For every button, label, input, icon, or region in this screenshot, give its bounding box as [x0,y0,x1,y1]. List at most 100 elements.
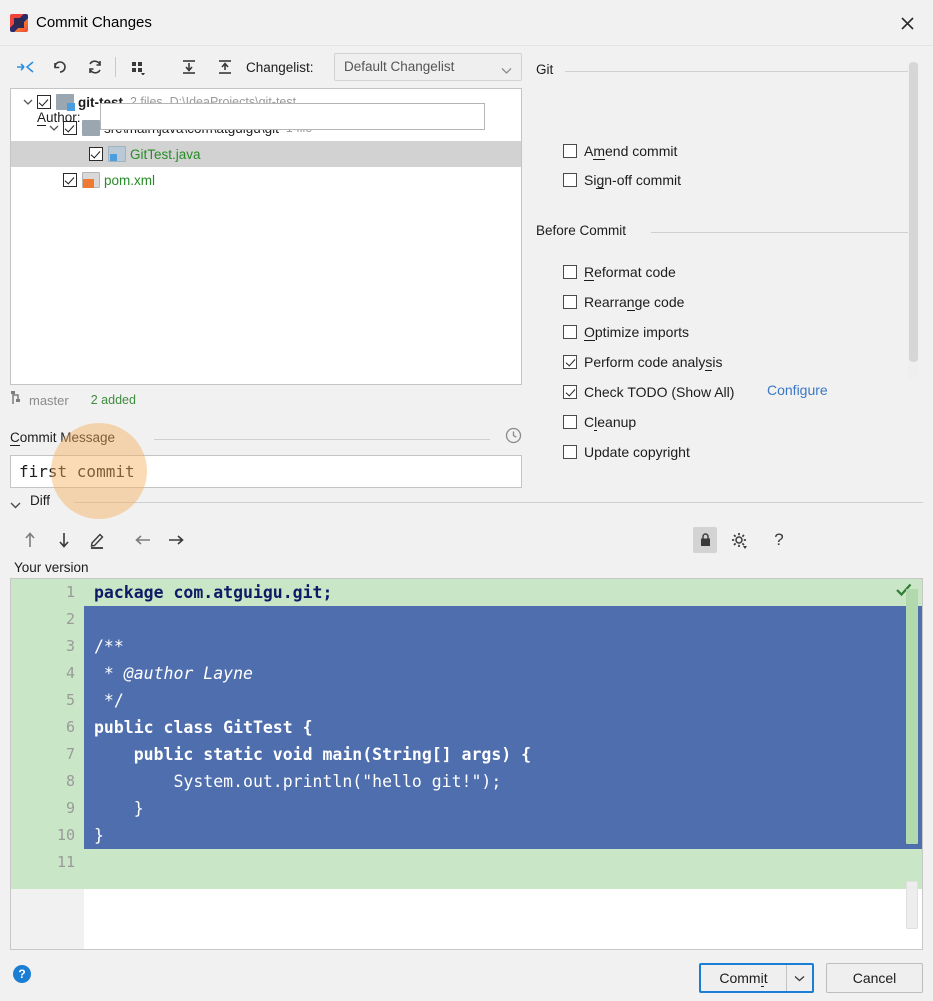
chevron-down-icon[interactable] [10,497,21,512]
commit-message-input[interactable]: first commit [10,455,522,488]
collapse-selection-icon[interactable] [12,56,38,78]
accept-right-icon[interactable] [164,527,188,553]
author-field[interactable] [100,103,485,130]
tree-checkbox[interactable] [89,147,103,161]
tree-row[interactable]: pom.xml [11,167,521,193]
cleanup-checkbox[interactable]: Cleanup [563,411,636,433]
cleanup-label: Cleanup [584,414,637,431]
checkbox-box[interactable] [563,173,577,187]
changelist-label: Changelist: [246,60,314,75]
cancel-button[interactable]: Cancel [826,963,923,993]
editor-scrollbar-thumb[interactable] [906,589,918,844]
branch-status-bar: master 2 added [10,388,522,412]
code-line: package com.atguigu.git; [94,583,333,602]
read-only-lock-icon[interactable] [693,527,717,553]
perform-code-analysis-label: Perform code analysis [584,354,723,371]
code-line: System.out.println("hello git!"); [94,772,502,791]
checkbox-box[interactable] [563,415,577,429]
code-line: } [94,799,144,818]
signoff-commit-label: Sign-off commit [584,172,682,189]
help-icon[interactable]: ? [13,965,31,983]
perform-code-analysis-checkbox[interactable]: Perform code analysis [563,351,723,373]
diff-pane-label: Your version [14,560,89,575]
git-branch-icon [10,391,23,409]
history-clock-icon[interactable] [505,427,522,447]
line-number: 4 [65,664,75,682]
checkbox-box[interactable] [563,295,577,309]
tree-checkbox[interactable] [63,173,77,187]
rearrange-code-checkbox[interactable]: Rearrange code [563,291,684,313]
reformat-code-checkbox[interactable]: Reformat code [563,261,676,283]
rollback-icon[interactable] [48,56,74,78]
changelist-value: Default Changelist [344,59,455,74]
editor-gutter: 1 2 3 4 5 6 7 8 9 10 11 [11,579,84,889]
checkbox-box[interactable] [563,144,577,158]
added-files-count: 2 added [90,393,136,407]
refresh-icon[interactable] [82,56,108,78]
amend-commit-label: Amend commit [584,143,678,160]
project-folder-icon [56,94,75,111]
divider [565,71,915,72]
editor-code-area[interactable]: package com.atguigu.git; /** * @author L… [84,579,922,889]
configure-link[interactable]: Configure [767,382,828,398]
chevron-down-icon[interactable] [19,98,37,106]
commit-button[interactable]: Comm i t [701,965,786,991]
check-todo-checkbox[interactable]: Check TODO (Show All) [563,381,734,403]
xml-file-icon [82,172,100,188]
changelist-dropdown[interactable]: Default Changelist [334,53,522,81]
checkbox-box[interactable] [563,355,577,369]
rearrange-code-label: Rearrange code [584,294,685,311]
intellij-idea-icon [10,14,28,32]
question-mark-icon[interactable]: ? [768,527,790,553]
collapse-all-icon[interactable] [212,56,238,78]
update-copyright-label: Update copyright [584,444,690,460]
group-by-icon[interactable] [126,56,152,78]
commit-message-header: Commit Message [10,427,522,448]
chevron-down-icon[interactable] [45,124,63,132]
expand-all-icon[interactable] [176,56,202,78]
code-line: public class GitTest { [94,718,313,737]
close-icon[interactable] [889,8,925,38]
selection-highlight-tail [84,822,124,849]
checkbox-box[interactable] [563,445,577,459]
line-number: 5 [65,691,75,709]
changelist-label-text: Changelist: [246,60,314,75]
branch-name: master [29,392,69,408]
reformat-code-label: Reformat code [584,264,676,281]
line-number: 11 [56,853,75,871]
changed-files-tree[interactable]: git-test 2 files D:\IdeaProjects\git-tes… [10,88,522,385]
line-number: 9 [65,799,75,817]
annotate-icon[interactable] [85,527,109,553]
checkbox-box[interactable] [563,325,577,339]
accept-left-icon[interactable] [131,527,155,553]
checkbox-box[interactable] [563,265,577,279]
editor-scrollbar[interactable] [905,581,919,929]
amend-commit-checkbox[interactable]: Amend commit [563,140,677,162]
check-todo-label: Check TODO (Show All) [584,384,735,400]
commit-button-group[interactable]: Comm i t [699,963,814,993]
next-difference-icon[interactable] [52,527,76,553]
line-number: 1 [65,583,75,601]
java-file-icon [108,146,126,162]
divider [154,439,490,440]
checkbox-box[interactable] [563,385,577,399]
options-scrollbar[interactable] [908,62,919,380]
line-number: 6 [65,718,75,736]
signoff-commit-checkbox[interactable]: Sign-off commit [563,169,681,191]
git-section-title: Git [536,62,554,77]
chevron-down-icon[interactable] [786,965,812,991]
update-copyright-checkbox[interactable]: Update copyright [563,441,690,463]
previous-difference-icon[interactable] [18,527,42,553]
optimize-imports-checkbox[interactable]: Optimize imports [563,321,689,343]
commit-changes-dialog: Commit Changes Changelist: Default Chang… [0,0,933,1001]
code-line: /** [94,637,124,656]
options-scrollbar-thumb[interactable] [909,62,918,362]
tree-checkbox[interactable] [37,95,51,109]
folder-icon [82,120,100,136]
editor-scrollbar-track[interactable] [906,881,918,929]
diff-editor-pane[interactable]: 1 2 3 4 5 6 7 8 9 10 11 package com.atgu… [10,578,923,950]
tree-row[interactable]: GitTest.java [11,141,521,167]
diff-section-label: Diff [30,493,51,508]
gear-icon[interactable] [727,527,751,553]
line-number: 2 [65,610,75,628]
